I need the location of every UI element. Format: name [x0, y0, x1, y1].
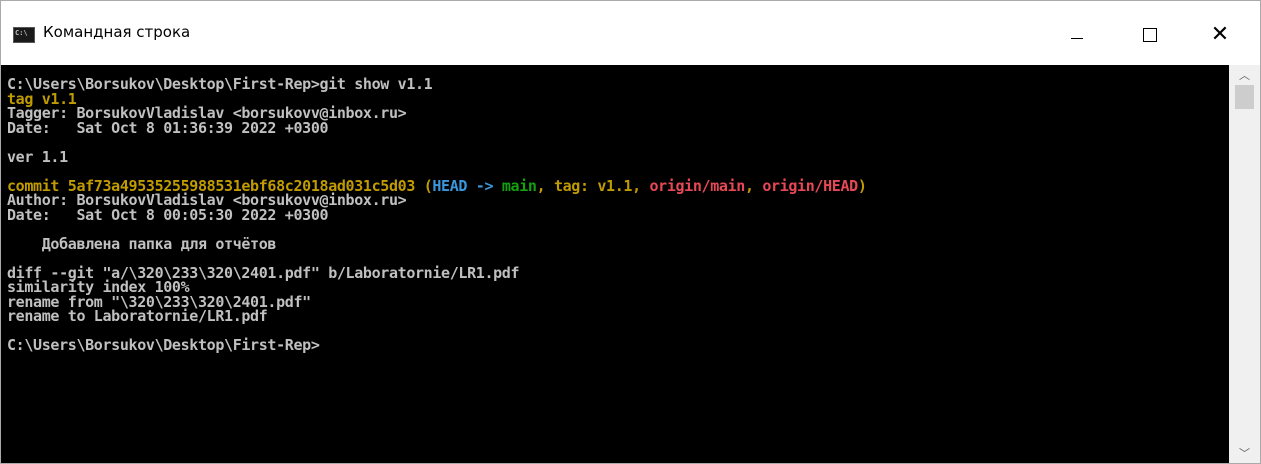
- console-area[interactable]: C:\Users\Borsukov\Desktop\First-Rep>git …: [1, 65, 1229, 463]
- console-line: rename to Laboratornie/LR1.pdf: [7, 309, 867, 324]
- console-text-segment: ,: [632, 176, 650, 195]
- console-text-segment: origin/main: [649, 176, 745, 195]
- console-text-segment: main: [501, 176, 537, 195]
- minimize-button[interactable]: [1054, 17, 1100, 53]
- console-text-segment: origin/HEAD: [762, 176, 858, 195]
- maximize-icon: [1143, 28, 1157, 42]
- window-title: Командная строка: [43, 23, 191, 41]
- cmd-icon[interactable]: [13, 27, 35, 43]
- console-text-segment: Date: Sat Oct 8 01:36:39 2022 +0300: [7, 118, 329, 137]
- console-line: ver 1.1: [7, 147, 867, 166]
- console-text-segment: ): [857, 176, 867, 195]
- console-text-segment: ver 1.1: [7, 147, 68, 166]
- console-text-segment: Date: Sat Oct 8 00:05:30 2022 +0300: [7, 205, 329, 224]
- console-text-segment: ,: [536, 176, 554, 195]
- console-line: Date: Sat Oct 8 01:36:39 2022 +0300: [7, 118, 867, 137]
- chevron-down-icon: ﹀: [1239, 447, 1250, 460]
- title-bar[interactable]: Командная строка ✕: [1, 1, 1260, 65]
- vertical-scrollbar[interactable]: ︿ ﹀: [1229, 65, 1260, 463]
- console-line: C:\Users\Borsukov\Desktop\First-Rep>git …: [7, 77, 867, 92]
- scroll-down-button[interactable]: ﹀: [1229, 443, 1260, 463]
- console-output: C:\Users\Borsukov\Desktop\First-Rep>git …: [7, 77, 867, 353]
- console-line: Добавлена папка для отчётов: [7, 234, 867, 253]
- console-text-segment: rename to Laboratornie/LR1.pdf: [7, 307, 268, 325]
- console-text-segment: tag: v1.1: [553, 176, 633, 195]
- console-text-segment: HEAD ->: [432, 176, 502, 195]
- console-line: C:\Users\Borsukov\Desktop\First-Rep>: [7, 338, 867, 353]
- chevron-up-icon: ︿: [1239, 69, 1250, 82]
- close-icon: ✕: [1210, 22, 1230, 47]
- close-button[interactable]: ✕: [1197, 17, 1243, 53]
- maximize-button[interactable]: [1127, 17, 1173, 53]
- scroll-up-button[interactable]: ︿: [1229, 65, 1260, 85]
- console-text-segment: C:\Users\Borsukov\Desktop\First-Rep>: [7, 336, 320, 354]
- console-text-segment: ,: [744, 176, 763, 195]
- console-text-segment: Добавлена папка для отчётов: [7, 234, 277, 253]
- console-line: Date: Sat Oct 8 00:05:30 2022 +0300: [7, 205, 867, 224]
- scroll-thumb[interactable]: [1235, 85, 1254, 109]
- cmd-window: Командная строка ✕ C:\Users\Borsukov\Des…: [0, 0, 1261, 464]
- minimize-icon: [1071, 37, 1083, 39]
